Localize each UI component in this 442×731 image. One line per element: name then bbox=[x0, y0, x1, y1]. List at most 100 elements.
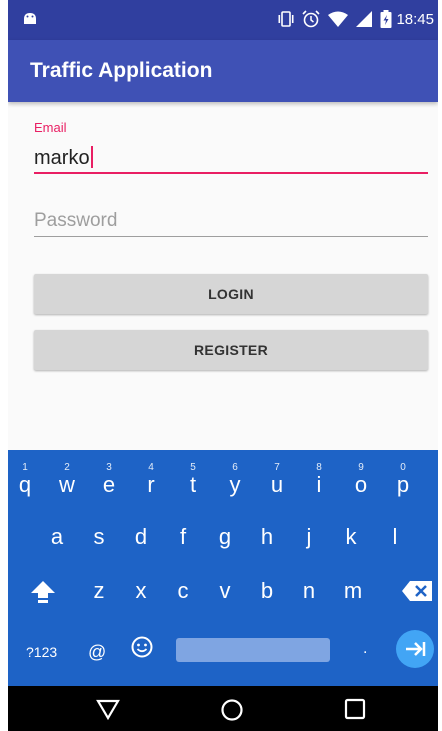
key-label: z bbox=[93, 578, 105, 603]
space-key[interactable] bbox=[176, 638, 330, 662]
at-key[interactable]: @ bbox=[88, 642, 106, 663]
key-hint: 7 bbox=[274, 462, 280, 473]
back-button[interactable] bbox=[96, 698, 120, 725]
key-b[interactable]: b bbox=[252, 578, 282, 604]
key-j[interactable]: j bbox=[294, 524, 324, 550]
key-label: a bbox=[50, 524, 64, 549]
key-o[interactable]: 9o bbox=[346, 462, 376, 498]
key-label: r bbox=[147, 472, 155, 497]
key-q[interactable]: 1q bbox=[10, 462, 40, 498]
email-underline bbox=[34, 172, 428, 174]
key-z[interactable]: z bbox=[84, 578, 114, 604]
key-g[interactable]: g bbox=[210, 524, 240, 550]
enter-key[interactable] bbox=[396, 630, 434, 668]
register-button[interactable]: REGISTER bbox=[34, 330, 428, 370]
text-cursor bbox=[90, 146, 93, 168]
key-w[interactable]: 2w bbox=[52, 462, 82, 498]
key-label: q bbox=[18, 472, 32, 497]
key-label: h bbox=[260, 524, 274, 549]
backspace-icon bbox=[402, 581, 432, 601]
key-label: u bbox=[270, 472, 284, 497]
key-i[interactable]: 8i bbox=[304, 462, 334, 498]
key-m[interactable]: m bbox=[338, 578, 368, 604]
key-s[interactable]: s bbox=[84, 524, 114, 550]
key-label: o bbox=[354, 472, 368, 497]
key-hint: 1 bbox=[22, 462, 28, 473]
key-hint: 8 bbox=[316, 462, 322, 473]
back-triangle-icon bbox=[96, 699, 120, 721]
key-a[interactable]: a bbox=[42, 524, 72, 550]
key-r[interactable]: 4r bbox=[136, 462, 166, 498]
symbols-key[interactable]: ?123 bbox=[26, 644, 57, 660]
key-f[interactable]: f bbox=[168, 524, 198, 550]
key-label: l bbox=[392, 524, 398, 549]
key-y[interactable]: 6y bbox=[220, 462, 250, 498]
key-u[interactable]: 7u bbox=[262, 462, 292, 498]
key-label: w bbox=[59, 472, 75, 497]
status-bar: 18:45 bbox=[8, 0, 438, 40]
keyboard-row-4: ?123 @ . bbox=[8, 622, 438, 682]
login-button[interactable]: LOGIN bbox=[34, 274, 428, 314]
key-v[interactable]: v bbox=[210, 578, 240, 604]
signal-icon bbox=[356, 11, 372, 32]
key-l[interactable]: l bbox=[380, 524, 410, 550]
key-n[interactable]: n bbox=[294, 578, 324, 604]
key-hint: 2 bbox=[64, 462, 70, 473]
key-label: g bbox=[218, 524, 232, 549]
key-e[interactable]: 3e bbox=[94, 462, 124, 498]
key-label: j bbox=[306, 524, 312, 549]
emoji-icon bbox=[131, 636, 153, 658]
home-button[interactable] bbox=[220, 698, 244, 727]
password-field[interactable]: Password bbox=[34, 210, 117, 232]
vibrate-icon bbox=[278, 10, 294, 33]
key-label: t bbox=[189, 472, 197, 497]
shift-key[interactable] bbox=[30, 580, 56, 609]
backspace-key[interactable] bbox=[402, 581, 432, 606]
key-hint: 3 bbox=[106, 462, 112, 473]
key-label: y bbox=[229, 472, 241, 497]
next-arrow-icon bbox=[406, 642, 426, 656]
key-c[interactable]: c bbox=[168, 578, 198, 604]
key-label: i bbox=[316, 472, 322, 497]
alarm-icon bbox=[302, 10, 320, 33]
shift-icon bbox=[31, 581, 55, 603]
key-label: c bbox=[177, 578, 189, 603]
app-screen: 18:45 Traffic Application Email marko Pa… bbox=[8, 0, 438, 731]
key-label: m bbox=[343, 578, 363, 603]
recents-square-icon bbox=[344, 698, 366, 720]
key-hint: 6 bbox=[232, 462, 238, 473]
key-hint: 9 bbox=[358, 462, 364, 473]
key-hint: 4 bbox=[148, 462, 154, 473]
key-t[interactable]: 5t bbox=[178, 462, 208, 498]
app-bar: Traffic Application bbox=[8, 40, 438, 102]
battery-icon bbox=[380, 10, 392, 33]
key-p[interactable]: 0p bbox=[388, 462, 418, 498]
key-label: p bbox=[396, 472, 410, 497]
app-title: Traffic Application bbox=[30, 59, 213, 82]
navigation-bar bbox=[8, 686, 438, 731]
key-label: d bbox=[134, 524, 148, 549]
key-label: k bbox=[345, 524, 357, 549]
key-label: f bbox=[179, 524, 187, 549]
status-icons bbox=[278, 10, 392, 33]
key-h[interactable]: h bbox=[252, 524, 282, 550]
email-field[interactable]: marko bbox=[34, 146, 93, 170]
emoji-key[interactable] bbox=[130, 635, 154, 664]
password-underline bbox=[34, 236, 428, 237]
status-time: 18:45 bbox=[396, 11, 434, 28]
email-label: Email bbox=[34, 120, 67, 135]
key-hint: 0 bbox=[400, 462, 406, 473]
period-key[interactable]: . bbox=[363, 640, 367, 658]
key-label: x bbox=[135, 578, 147, 603]
key-hint: 5 bbox=[190, 462, 196, 473]
wifi-icon bbox=[328, 11, 348, 32]
android-icon bbox=[22, 10, 38, 31]
key-label: s bbox=[93, 524, 105, 549]
key-d[interactable]: d bbox=[126, 524, 156, 550]
recents-button[interactable] bbox=[344, 698, 366, 725]
key-label: v bbox=[219, 578, 231, 603]
email-value: marko bbox=[34, 147, 90, 169]
soft-keyboard: 1q 2w 3e 4r 5t 6y 7u 8i 9o 0p a s d f g … bbox=[8, 450, 438, 686]
key-k[interactable]: k bbox=[336, 524, 366, 550]
key-x[interactable]: x bbox=[126, 578, 156, 604]
